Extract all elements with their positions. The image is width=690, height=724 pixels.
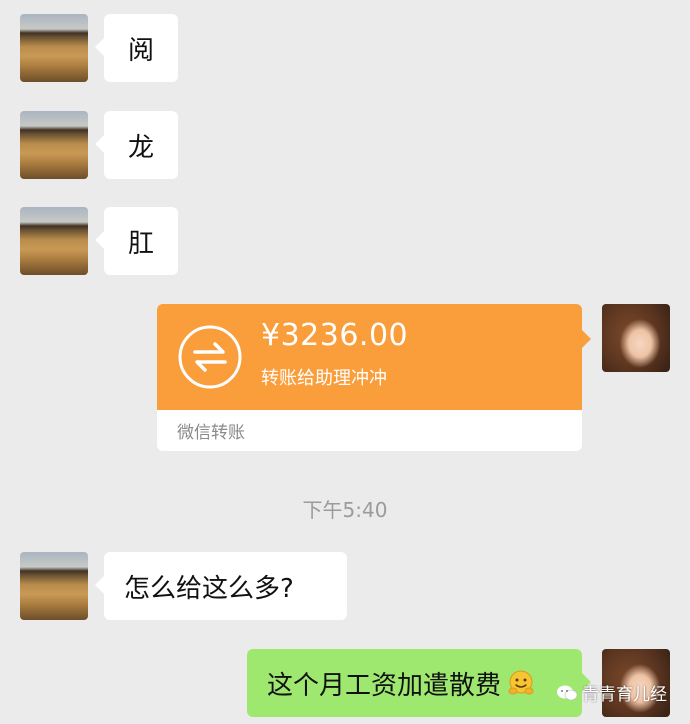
transfer-card-header: ¥3236.00 转账给助理冲冲 xyxy=(157,304,591,410)
contact-avatar[interactable] xyxy=(20,552,88,620)
message-timestamp: 下午5:40 xyxy=(302,498,388,522)
self-avatar[interactable] xyxy=(602,304,670,372)
hugging-face-emoji-icon xyxy=(508,670,534,695)
message-bubble-received[interactable]: 阅 xyxy=(95,14,178,82)
message-bubble-received[interactable]: 龙 xyxy=(95,111,178,179)
contact-avatar[interactable] xyxy=(20,207,88,275)
wechat-transfer-card[interactable]: ¥3236.00 转账给助理冲冲 微信转账 xyxy=(157,304,591,451)
transfer-footer-label: 微信转账 xyxy=(177,423,245,443)
watermark-text: 青青育儿经 xyxy=(582,685,667,705)
contact-avatar[interactable] xyxy=(20,14,88,82)
message-bubble-received[interactable]: 怎么给这么多? xyxy=(95,552,347,620)
message-text: 阅 xyxy=(127,35,154,66)
message-text: 龙 xyxy=(127,132,154,163)
message-text: 怎么给这么多? xyxy=(124,573,294,604)
message-bubble-sent[interactable]: 这个月工资加遣散费 xyxy=(247,649,591,717)
message-text: 肛 xyxy=(127,228,154,259)
message-bubble-received[interactable]: 肛 xyxy=(95,207,178,275)
transfer-note: 转账给助理冲冲 xyxy=(261,368,387,389)
transfer-amount: ¥3236.00 xyxy=(261,318,409,353)
wechat-official-account-icon xyxy=(557,685,578,700)
transfer-card-footer: 微信转账 xyxy=(157,410,582,451)
transfer-arrows-icon xyxy=(178,325,242,389)
contact-avatar[interactable] xyxy=(20,111,88,179)
message-text: 这个月工资加遣散费 xyxy=(267,670,502,701)
account-watermark: 青青育儿经 xyxy=(556,680,667,705)
